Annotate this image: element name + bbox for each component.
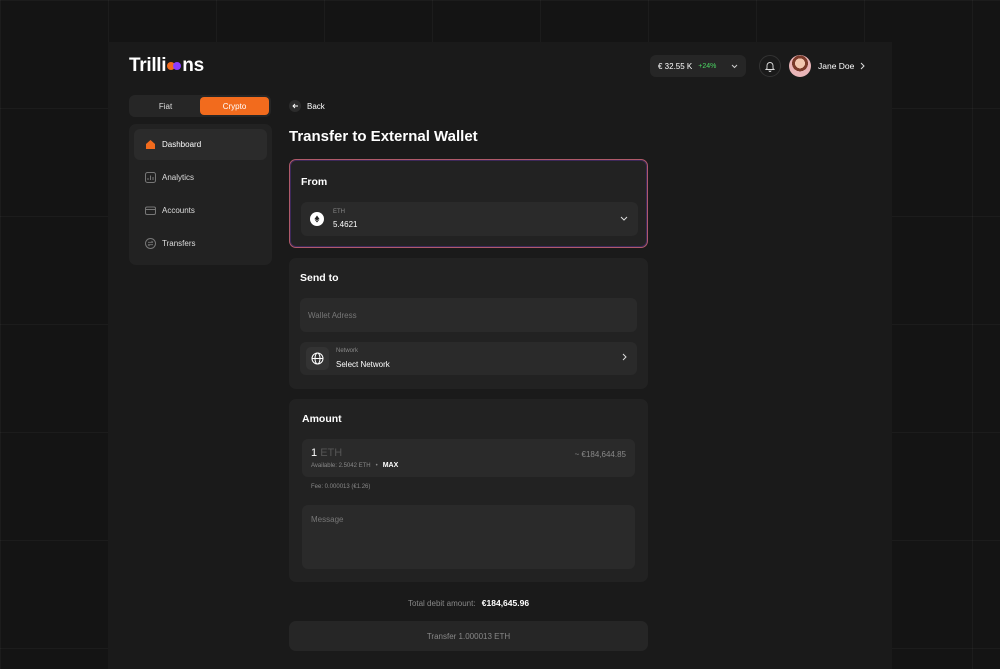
logo-text-suffix: ns [182, 55, 204, 76]
sidebar-item-label: Analytics [162, 173, 195, 182]
amount-value: 1 [311, 447, 318, 459]
total-debit: Total debit amount: €184,645.96 [289, 598, 648, 608]
network-select[interactable]: Network Select Network [300, 342, 637, 375]
network-label: Network [336, 348, 359, 354]
asset-select[interactable]: ETH 5.4621 [301, 202, 638, 236]
chevron-right-icon [622, 353, 627, 363]
notifications-button[interactable] [759, 55, 781, 77]
sidebar-item-accounts[interactable]: Accounts [134, 195, 267, 226]
from-card: From ETH 5.4621 [289, 159, 648, 248]
fee-text: Fee: 0.000013 (€1.26) [311, 484, 371, 490]
bell-icon [765, 61, 775, 72]
balance-dropdown[interactable]: € 32.55 K +24% [650, 55, 746, 77]
transfer-button[interactable]: Transfer 1.000013 ETH [289, 621, 648, 651]
asset-balance: 5.4621 [333, 220, 358, 229]
transfer-icon [145, 238, 156, 249]
sidebar-item-label: Dashboard [162, 140, 202, 149]
back-label: Back [307, 101, 325, 111]
currency-segment: Fiat Crypto [129, 95, 271, 117]
wallet-address-input[interactable]: Wallet Adress [300, 298, 637, 332]
sidebar: Dashboard Analytics Accounts Transfers [129, 124, 272, 265]
logo-mark-icon [167, 62, 182, 70]
asset-label: ETH [333, 209, 345, 215]
debit-value: €184,645.96 [481, 598, 530, 608]
from-title: From [301, 176, 328, 188]
wallet-address-placeholder: Wallet Adress [308, 311, 357, 320]
user-menu[interactable]: Jane Doe [818, 61, 866, 71]
eth-icon [310, 212, 324, 226]
network-value: Select Network [336, 360, 390, 369]
arrow-left-icon [289, 100, 301, 112]
globe-icon [306, 347, 329, 370]
segment-crypto[interactable]: Crypto [200, 97, 269, 115]
message-placeholder: Message [311, 515, 344, 524]
sidebar-item-label: Transfers [162, 239, 196, 248]
amount-value-group: 1 ETH [311, 447, 342, 459]
send-to-card: Send to Wallet Adress Network Select Net… [289, 258, 648, 389]
balance-amount: € 32.55 K [658, 61, 693, 71]
debit-label: Total debit amount: [407, 599, 476, 608]
fiat-equivalent: ~ €184,644.85 [574, 450, 626, 459]
home-icon [146, 140, 155, 149]
available-balance-row: Available: 2.5042 ETH • MAX [311, 462, 398, 469]
balance-change: +24% [698, 62, 717, 70]
user-name: Jane Doe [818, 61, 855, 71]
sidebar-item-analytics[interactable]: Analytics [134, 162, 267, 193]
message-input[interactable]: Message [302, 505, 635, 569]
max-button[interactable]: MAX [383, 462, 399, 469]
app-frame: Trilli ns € 32.55 K +24% Jane Doe Fiat C… [108, 42, 892, 669]
separator-dot: • [375, 462, 378, 469]
amount-unit: ETH [320, 447, 343, 459]
sidebar-item-dashboard[interactable]: Dashboard [134, 129, 267, 160]
logo-text-prefix: Trilli [129, 55, 167, 76]
back-button[interactable]: Back [289, 100, 325, 112]
sidebar-item-transfers[interactable]: Transfers [134, 228, 267, 259]
amount-card: Amount 1 ETH Available: 2.5042 ETH • MAX… [289, 399, 648, 582]
chevron-down-icon [731, 62, 738, 71]
chart-icon [145, 172, 156, 183]
available-balance: Available: 2.5042 ETH [311, 462, 371, 469]
chevron-down-icon [620, 213, 628, 223]
chevron-right-icon [861, 62, 866, 70]
segment-fiat[interactable]: Fiat [131, 97, 200, 115]
send-to-title: Send to [300, 272, 339, 284]
avatar[interactable] [789, 55, 811, 77]
page-title: Transfer to External Wallet [289, 128, 478, 145]
amount-title: Amount [302, 413, 342, 425]
amount-input[interactable]: 1 ETH Available: 2.5042 ETH • MAX ~ €184… [302, 439, 635, 477]
sidebar-item-label: Accounts [162, 206, 195, 215]
app-logo[interactable]: Trilli ns [129, 55, 204, 77]
wallet-icon [145, 206, 156, 215]
